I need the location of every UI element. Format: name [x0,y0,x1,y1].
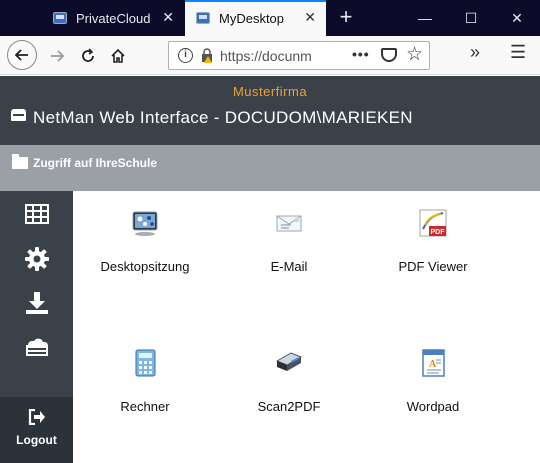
app-tile-email[interactable]: E-Mail [219,191,359,311]
app-tile-scan2pdf[interactable]: Scan2PDF [219,331,359,451]
home-icon[interactable] [104,42,132,70]
sidebar-item-cloud[interactable] [0,325,73,371]
app-label: PDF Viewer [398,259,468,274]
url-text[interactable]: https://docunm [220,48,324,64]
lock-warning-icon[interactable] [201,48,213,63]
sidebar-item-grid[interactable] [0,191,73,237]
chevron-double-right-icon[interactable]: » [470,42,480,63]
breadcrumb-bar: Zugriff auf IhreSchule [0,145,540,191]
browser-toolbar: i https://docunm ••• ☆ » ☰ [0,36,540,75]
new-tab-plus-icon[interactable]: + [334,6,358,30]
address-bar[interactable]: i https://docunm ••• ☆ [168,41,430,70]
app-label: Scan2PDF [257,399,321,414]
company-name: Musterfirma [232,84,308,99]
star-icon[interactable]: ☆ [406,43,423,66]
pdf-viewer-icon: PDF [419,209,447,237]
breadcrumb[interactable]: Zugriff auf IhreSchule [33,156,157,170]
page-title: NetMan Web Interface - DOCUDOM\MARIEKEN [33,108,413,127]
hamburger-menu-icon[interactable]: ☰ [510,42,526,63]
folder-icon [12,154,28,169]
site-favicon-icon [196,12,210,24]
gear-icon [24,247,49,271]
more-dots-icon[interactable]: ••• [352,46,370,62]
tab-privatecloud[interactable]: PrivateCloud ✕ [42,0,184,36]
app-label: E-Mail [270,259,308,274]
app-grid: Desktopsitzung E-Mail PDF PDF Viewer Rec… [73,191,540,463]
app-tile-pdf-viewer[interactable]: PDF PDF Viewer [363,191,503,311]
wordpad-icon: A [422,349,445,377]
grid-icon [24,204,49,224]
sidebar-item-download[interactable] [0,280,73,326]
logout-label: Logout [16,433,57,447]
window-close-icon[interactable]: ✕ [494,0,540,36]
scanner-icon [275,352,303,371]
cloud-drive-icon [25,338,48,356]
info-icon[interactable]: i [178,48,193,63]
svg-text:A: A [429,359,437,370]
site-favicon-icon [53,12,67,24]
app-label: Desktopsitzung [100,259,190,274]
download-icon [25,292,48,314]
close-icon[interactable]: ✕ [162,10,174,24]
calculator-icon [135,349,156,377]
pocket-icon[interactable] [381,48,397,62]
page-header: Musterfirma NetMan Web Interface - DOCUD… [0,76,540,145]
sign-out-icon [28,409,45,425]
tab-mydesktop[interactable]: MyDesktop ✕ [185,0,326,36]
reload-icon[interactable] [74,42,102,70]
minimize-icon[interactable]: — [402,0,448,36]
maximize-icon[interactable]: ☐ [448,0,494,36]
remote-desktop-icon [132,211,158,236]
sidebar: Logout [0,191,73,463]
svg-text:PDF: PDF [431,229,446,236]
browser-tab-strip: PrivateCloud ✕ MyDesktop ✕ + — ☐ ✕ [0,0,540,36]
back-arrow-icon[interactable] [7,40,37,70]
forward-arrow-icon[interactable] [43,42,71,70]
sidebar-item-settings[interactable] [0,236,73,282]
tab-title: MyDesktop [219,10,285,26]
cloud-drive-icon [11,109,26,121]
app-label: Rechner [120,399,170,414]
app-tile-rechner[interactable]: Rechner [75,331,215,451]
close-icon[interactable]: ✕ [304,10,316,24]
app-tile-wordpad[interactable]: A Wordpad [363,331,503,451]
envelope-icon [276,215,302,232]
app-tile-desktopsitzung[interactable]: Desktopsitzung [75,191,215,311]
logout-button[interactable]: Logout [0,397,73,463]
tab-title: PrivateCloud [76,10,151,26]
app-label: Wordpad [406,399,460,414]
